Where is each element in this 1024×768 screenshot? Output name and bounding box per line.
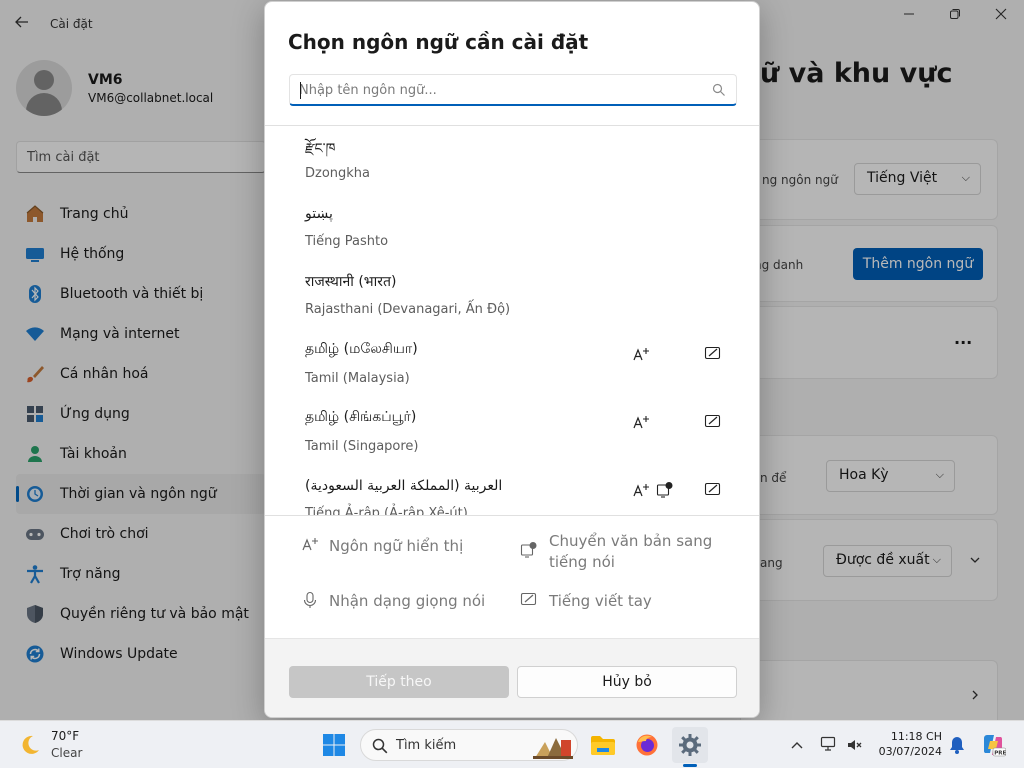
language-search-input[interactable] <box>299 80 699 100</box>
network-icon[interactable] <box>820 735 838 753</box>
language-item[interactable]: རྫོང་ཁ Dzongkha <box>265 126 759 194</box>
language-item[interactable]: தமிழ் (சிங்கப்பூர்) Tamil (Singapore) <box>265 406 759 474</box>
language-native-name: राजस्थानी (भारत) <box>305 274 397 290</box>
svg-text:PRE: PRE <box>994 750 1006 756</box>
language-native-name: தமிழ் (சிங்கப்பூர்) <box>305 409 417 425</box>
weather-condition: Clear <box>51 746 83 760</box>
windows-logo-icon <box>323 734 345 756</box>
search-highlight-icon <box>533 738 573 759</box>
divider <box>265 515 759 516</box>
text-to-speech-icon <box>520 542 537 558</box>
chevron-up-icon[interactable] <box>790 739 804 751</box>
language-native-name: தமிழ் (மலேசியா) <box>305 341 418 357</box>
language-item[interactable]: پښتو Tiếng Pashto <box>265 202 759 270</box>
settings-taskbar-button[interactable] <box>672 727 708 763</box>
language-english-name: Tamil (Malaysia) <box>305 371 410 386</box>
search-icon <box>372 738 388 754</box>
gear-icon <box>679 734 701 756</box>
language-english-name: Dzongkha <box>305 166 371 181</box>
firefox-button[interactable] <box>629 727 665 763</box>
moon-icon[interactable] <box>18 733 42 757</box>
language-english-name: Rajasthani (Devanagari, Ấn Độ) <box>305 302 511 317</box>
next-button[interactable]: Tiếp theo <box>289 666 509 698</box>
handwriting-icon <box>704 346 721 360</box>
language-native-name: العربية (المملكة العربية السعودية) <box>305 478 503 494</box>
file-explorer-button[interactable] <box>585 727 621 763</box>
choose-language-dialog: Chọn ngôn ngữ cần cài đặt རྫོང་ཁ Dzongkh… <box>264 1 760 718</box>
search-icon <box>712 83 725 96</box>
copilot-icon[interactable]: PRE <box>980 732 1006 758</box>
handwriting-icon <box>704 414 721 428</box>
language-search-box[interactable] <box>289 74 737 106</box>
display-language-icon <box>302 538 318 551</box>
legend-speech-recognition: Nhận dạng giọng nói <box>329 592 486 610</box>
microphone-icon <box>303 591 317 608</box>
volume-muted-icon[interactable] <box>846 737 862 753</box>
clock-date: 03/07/2024 <box>878 745 942 758</box>
handwriting-icon <box>704 482 721 496</box>
language-item[interactable]: العربية (المملكة العربية السعودية) Tiếng… <box>265 474 759 515</box>
language-english-name: Tiếng Pashto <box>305 234 389 249</box>
language-item[interactable]: தமிழ் (மலேசியா) Tamil (Malaysia) <box>265 338 759 406</box>
taskbar-search-box[interactable]: Tìm kiếm <box>360 729 578 761</box>
display-language-icon <box>633 416 649 429</box>
folder-icon <box>591 736 615 755</box>
clock-time: 11:18 CH <box>890 730 942 743</box>
dialog-footer: Tiếp theo Hủy bỏ <box>265 638 759 717</box>
notification-bell-icon[interactable] <box>949 736 965 754</box>
active-app-indicator <box>683 764 697 767</box>
language-item[interactable]: राजस्थानी (भारत) Rajasthani (Devanagari,… <box>265 270 759 338</box>
cancel-button[interactable]: Hủy bỏ <box>517 666 737 698</box>
display-language-icon <box>633 348 649 361</box>
dialog-title: Chọn ngôn ngữ cần cài đặt <box>288 30 589 54</box>
legend-handwriting: Tiếng viết tay <box>549 592 652 610</box>
language-native-name: پښتو <box>305 206 333 222</box>
text-caret <box>300 82 301 99</box>
text-to-speech-icon <box>656 482 673 498</box>
language-list: རྫོང་ཁ Dzongkha پښتو Tiếng Pashto राजस्थ… <box>265 126 759 515</box>
language-english-name: Tiếng Ả-rập (Ả-rập Xê-út) <box>305 506 468 515</box>
start-button[interactable] <box>316 727 352 763</box>
legend-text-to-speech: Chuyển văn bản sang tiếng nói <box>549 532 713 571</box>
language-english-name: Tamil (Singapore) <box>305 439 419 454</box>
taskbar: 70°F Clear Tìm kiếm 11:18 CH 03/07/2024 … <box>0 720 1024 768</box>
weather-temperature: 70°F <box>51 729 80 743</box>
taskbar-search-label: Tìm kiếm <box>396 738 457 753</box>
firefox-icon <box>636 734 658 756</box>
display-language-icon <box>633 484 649 497</box>
clock[interactable]: 11:18 CH 03/07/2024 <box>870 729 942 759</box>
legend-display-language: Ngôn ngữ hiển thị <box>329 537 464 555</box>
handwriting-icon <box>520 592 537 606</box>
